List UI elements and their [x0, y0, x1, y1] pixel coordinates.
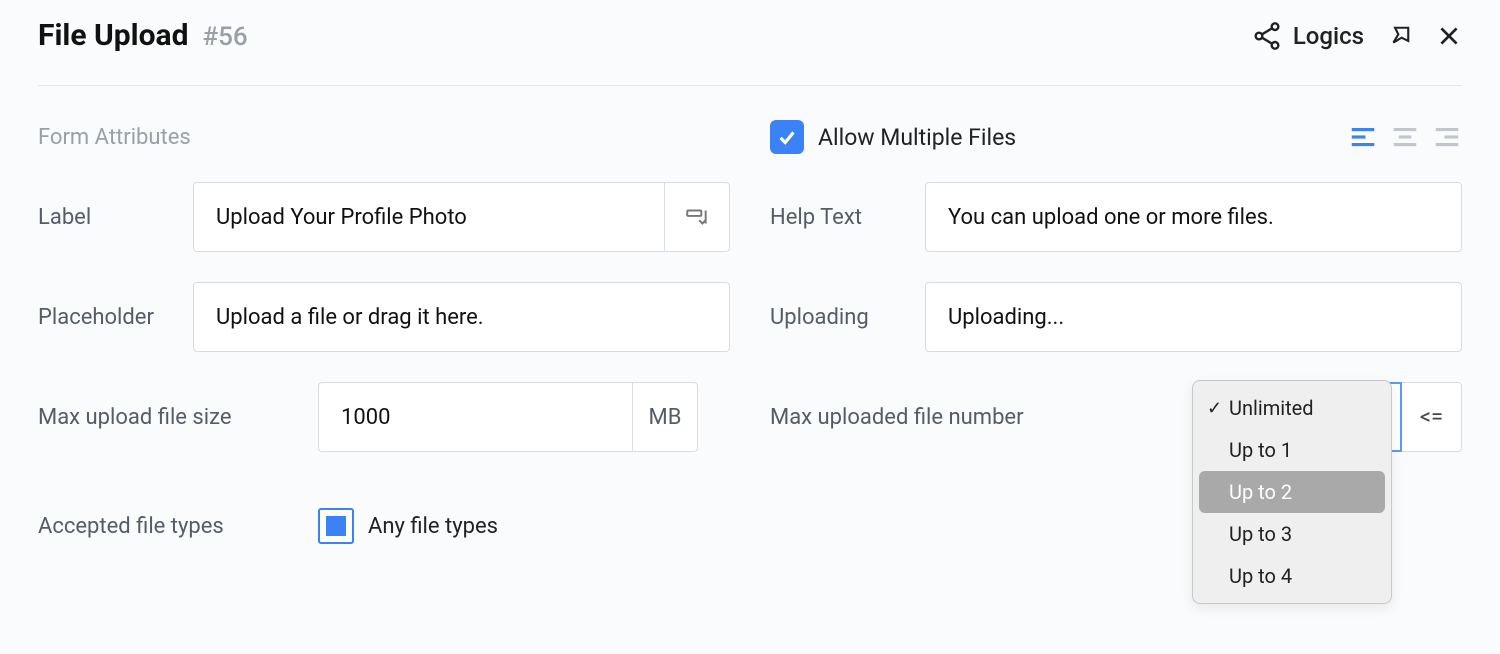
logics-label: Logics	[1293, 22, 1364, 50]
dropdown-option-3[interactable]: Up to 3	[1199, 513, 1385, 555]
align-right-icon	[1432, 122, 1462, 152]
accepted-field-label: Accepted file types	[38, 514, 298, 539]
logics-button[interactable]: Logics	[1251, 20, 1364, 52]
align-left-icon	[1348, 122, 1378, 152]
placeholder-value: Upload a file or drag it here.	[216, 305, 484, 330]
placeholder-field-label: Placeholder	[38, 305, 173, 330]
label-input-value: Upload Your Profile Photo	[193, 182, 664, 252]
dropdown-option-unlimited[interactable]: Unlimited	[1199, 387, 1385, 429]
uploading-value: Uploading...	[948, 305, 1064, 330]
maxnumber-field-label: Max uploaded file number	[770, 405, 1182, 430]
align-left-button[interactable]	[1348, 122, 1378, 152]
checkbox-checked-icon	[770, 120, 804, 154]
pin-icon	[1386, 22, 1414, 50]
align-right-button[interactable]	[1432, 122, 1462, 152]
section-title: Form Attributes	[38, 125, 750, 150]
accepted-anytype-toggle[interactable]: Any file types	[318, 508, 498, 544]
maxsize-input[interactable]: 1000 MB	[318, 382, 698, 452]
helptext-input[interactable]: You can upload one or more files.	[925, 182, 1462, 252]
checkbox-indeterminate-icon	[318, 508, 354, 544]
close-button[interactable]	[1436, 23, 1462, 49]
close-icon	[1436, 23, 1462, 49]
panel-title: File Upload	[38, 18, 188, 53]
panel-header: File Upload #56 Logics	[38, 18, 1462, 86]
maxsize-field-label: Max upload file size	[38, 405, 298, 430]
maxnumber-suffix: <=	[1402, 382, 1462, 452]
uploading-field-label: Uploading	[770, 305, 905, 330]
helptext-field-label: Help Text	[770, 205, 905, 230]
pin-button[interactable]	[1386, 22, 1414, 50]
label-field-label: Label	[38, 205, 173, 230]
uploading-input[interactable]: Uploading...	[925, 282, 1462, 352]
label-inline-button[interactable]	[664, 182, 730, 252]
maxnumber-dropdown: Unlimited Up to 1 Up to 2 Up to 3 Up to …	[1192, 380, 1392, 604]
maxsize-value: 1000	[318, 382, 632, 452]
inline-label-icon	[684, 204, 710, 230]
allow-multiple-toggle[interactable]: Allow Multiple Files	[770, 120, 1016, 154]
panel-id: #56	[202, 22, 247, 52]
allow-multiple-label: Allow Multiple Files	[818, 124, 1016, 151]
dropdown-option-2[interactable]: Up to 2	[1199, 471, 1385, 513]
accepted-option-label: Any file types	[368, 514, 498, 539]
dropdown-option-4[interactable]: Up to 4	[1199, 555, 1385, 597]
align-center-button[interactable]	[1390, 122, 1420, 152]
align-center-icon	[1390, 122, 1420, 152]
maxsize-unit: MB	[632, 382, 698, 452]
placeholder-input[interactable]: Upload a file or drag it here.	[193, 282, 730, 352]
helptext-value: You can upload one or more files.	[948, 205, 1274, 230]
share-icon	[1251, 20, 1283, 52]
dropdown-option-1[interactable]: Up to 1	[1199, 429, 1385, 471]
label-input[interactable]: Upload Your Profile Photo	[193, 182, 730, 252]
